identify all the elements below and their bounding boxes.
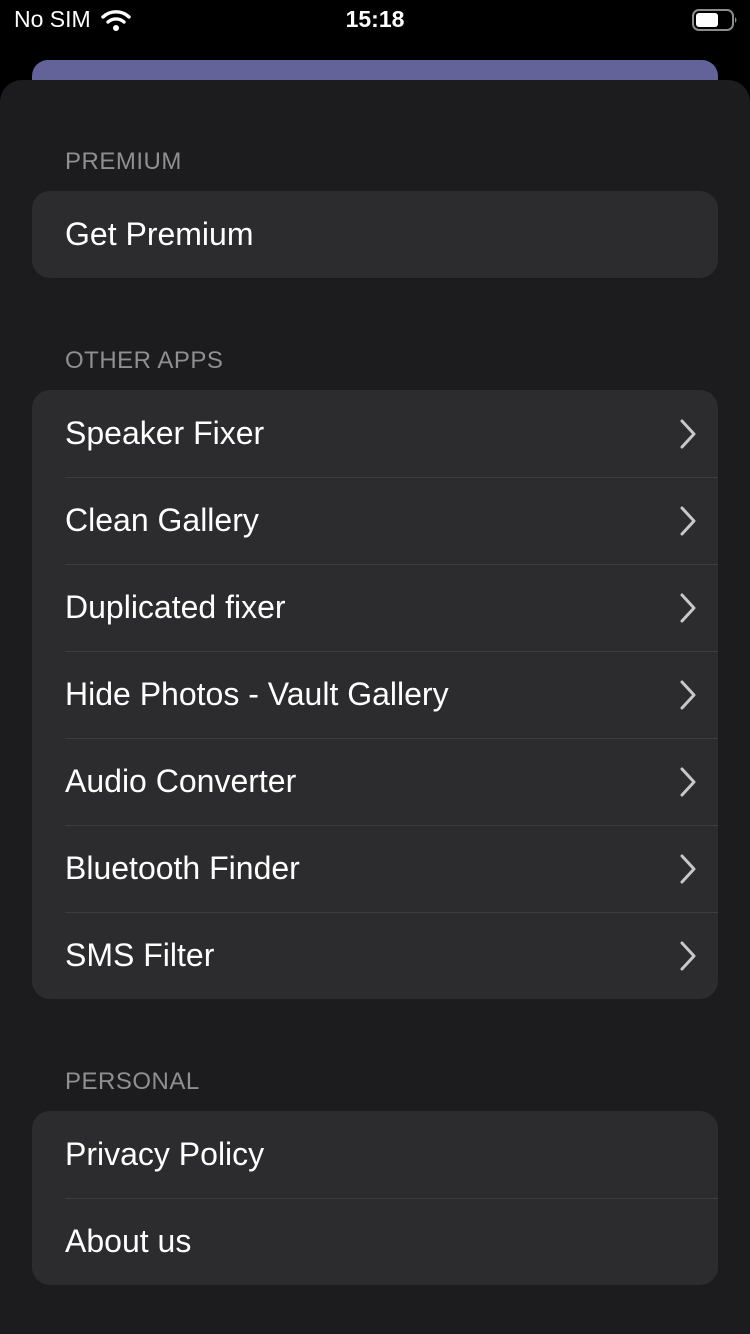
about-us-row[interactable]: About us bbox=[32, 1198, 718, 1285]
row-label: Speaker Fixer bbox=[65, 415, 265, 451]
row-label: SMS Filter bbox=[65, 937, 215, 973]
chevron-right-icon bbox=[680, 941, 696, 971]
status-bar: No SIM 15:18 bbox=[0, 0, 750, 40]
row-label: Hide Photos - Vault Gallery bbox=[65, 676, 449, 712]
app-row-speaker-fixer[interactable]: Speaker Fixer bbox=[32, 390, 718, 477]
chevron-right-icon bbox=[680, 767, 696, 797]
chevron-right-icon bbox=[680, 593, 696, 623]
row-label: Bluetooth Finder bbox=[65, 850, 300, 886]
settings-sheet: PREMIUM Get Premium OTHER APPS Speaker F… bbox=[0, 80, 750, 1334]
personal-group: Privacy Policy About us bbox=[32, 1111, 718, 1285]
app-row-duplicated-fixer[interactable]: Duplicated fixer bbox=[32, 564, 718, 651]
section-header-premium: PREMIUM bbox=[65, 148, 182, 175]
status-time: 15:18 bbox=[345, 6, 405, 32]
chevron-right-icon bbox=[680, 419, 696, 449]
row-label: Duplicated fixer bbox=[65, 589, 286, 625]
row-label: About us bbox=[65, 1223, 192, 1259]
chevron-right-icon bbox=[680, 680, 696, 710]
section-header-personal: PERSONAL bbox=[65, 1068, 200, 1095]
row-label: Audio Converter bbox=[65, 763, 297, 799]
chevron-right-icon bbox=[680, 506, 696, 536]
row-label: Get Premium bbox=[65, 216, 254, 252]
privacy-policy-row[interactable]: Privacy Policy bbox=[32, 1111, 718, 1198]
app-row-sms-filter[interactable]: SMS Filter bbox=[32, 912, 718, 999]
row-label: Clean Gallery bbox=[65, 502, 259, 538]
app-row-audio-converter[interactable]: Audio Converter bbox=[32, 738, 718, 825]
app-row-bluetooth-finder[interactable]: Bluetooth Finder bbox=[32, 825, 718, 912]
get-premium-row[interactable]: Get Premium bbox=[32, 191, 718, 278]
section-header-other-apps: OTHER APPS bbox=[65, 347, 224, 374]
app-row-clean-gallery[interactable]: Clean Gallery bbox=[32, 477, 718, 564]
row-label: Privacy Policy bbox=[65, 1136, 265, 1172]
other-apps-group: Speaker Fixer Clean Gallery Duplicated f… bbox=[32, 390, 718, 999]
chevron-right-icon bbox=[680, 854, 696, 884]
battery-icon bbox=[692, 9, 737, 31]
app-row-hide-photos[interactable]: Hide Photos - Vault Gallery bbox=[32, 651, 718, 738]
premium-group: Get Premium bbox=[32, 191, 718, 278]
